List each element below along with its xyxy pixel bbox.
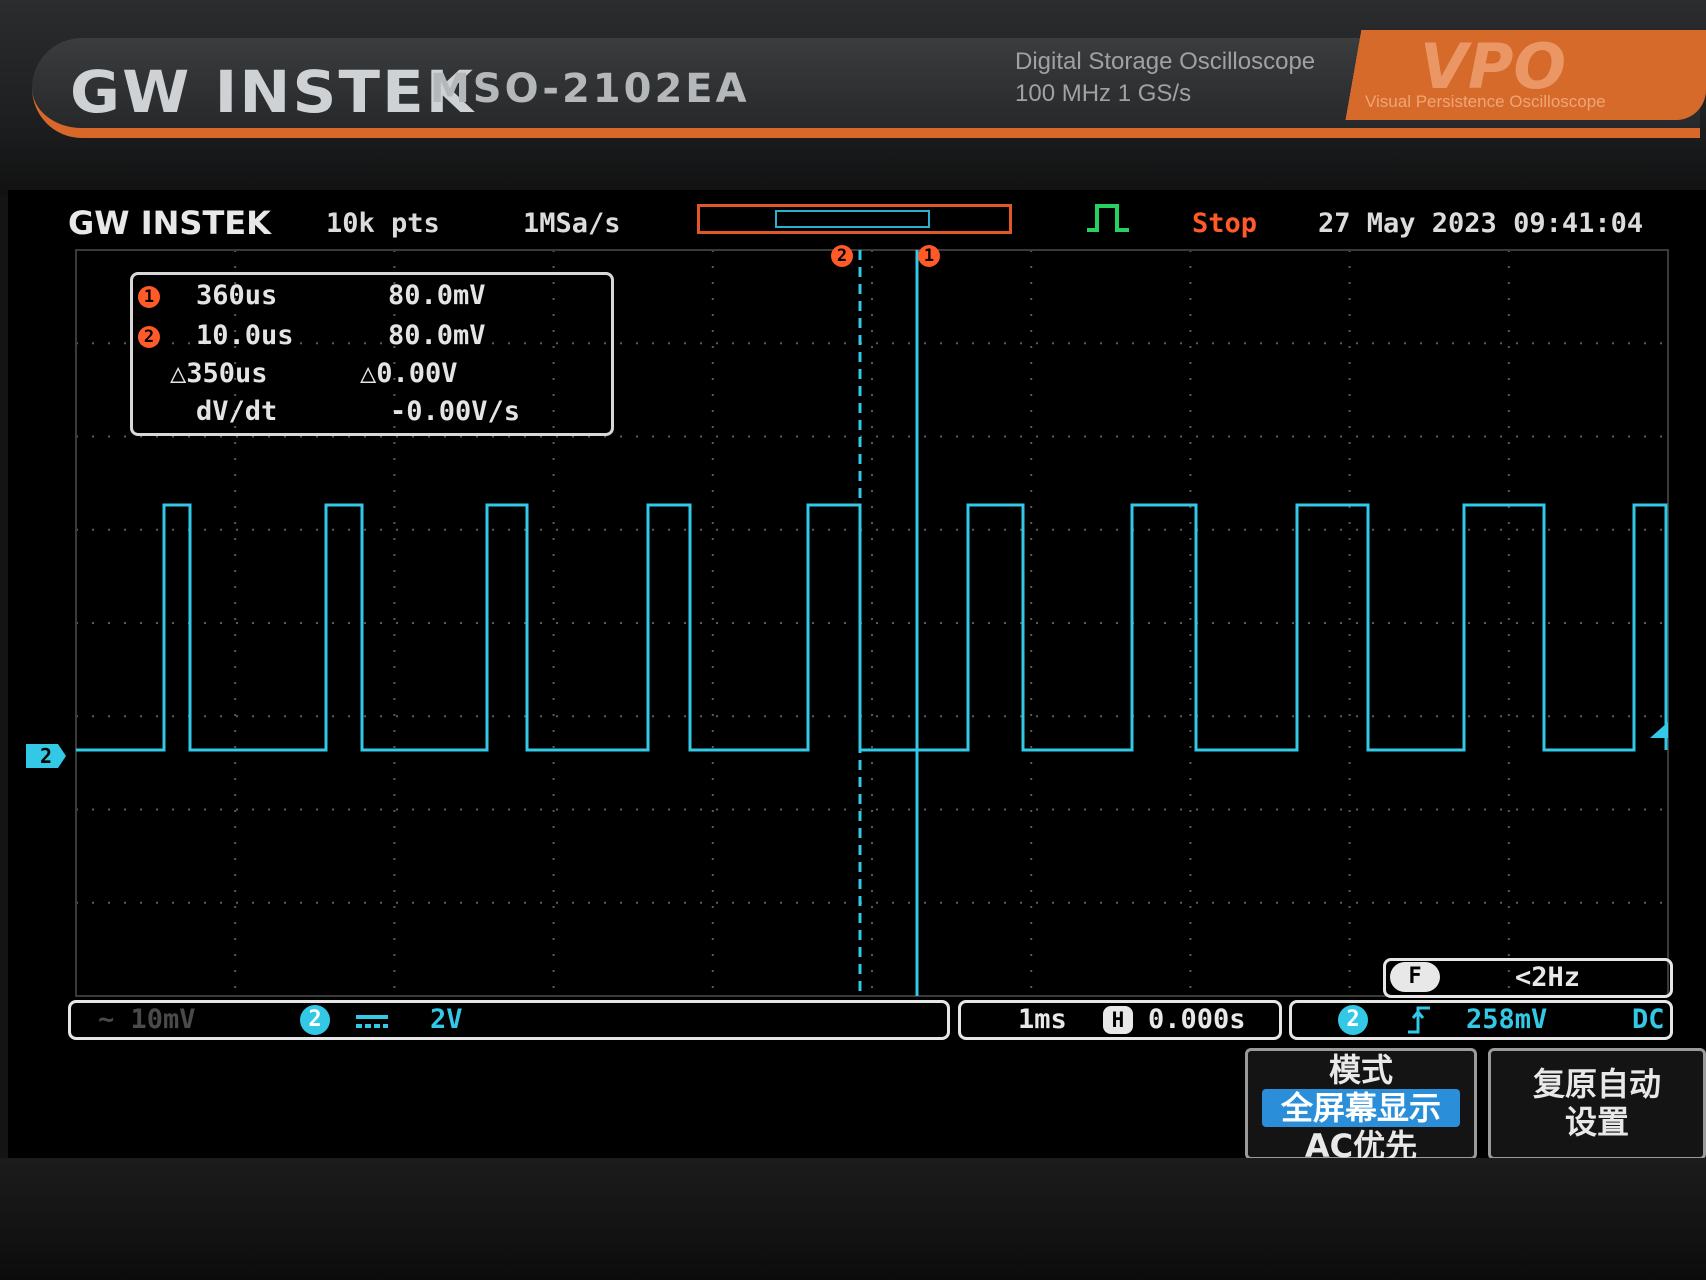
reset-line-1: 复原自动: [1532, 1065, 1661, 1103]
horizontal-position: 0.000s: [1148, 1004, 1246, 1035]
cursor-1-readout-badge: 1: [138, 286, 160, 308]
cursor-2-volt: 80.0mV: [388, 320, 486, 351]
cursor-1-volt: 80.0mV: [388, 280, 486, 311]
trigger-coupling: DC: [1632, 1004, 1665, 1035]
delta-time: △350us: [170, 358, 268, 389]
cursor-1-badge[interactable]: 1: [918, 245, 940, 267]
dvdt-label: dV/dt: [196, 396, 278, 427]
mode-selected-option: 全屏幕显示: [1262, 1089, 1460, 1127]
trigger-level: 258mV: [1466, 1004, 1548, 1035]
channel-bar[interactable]: [68, 1000, 950, 1040]
rising-edge-icon: [1408, 1006, 1430, 1034]
ch2-ground-marker: 2: [26, 744, 66, 768]
ch2-waveform-trace: [76, 503, 1668, 752]
trigger-level-marker: [1650, 722, 1668, 738]
time-per-div: 1ms: [1018, 1004, 1067, 1035]
delta-volt: △0.00V: [360, 358, 458, 389]
dvdt-value: -0.00V/s: [390, 396, 521, 427]
ch2-volts-per-div: 2V: [430, 1004, 463, 1035]
frequency-value: <2Hz: [1515, 962, 1581, 993]
bottom-bezel: [0, 1158, 1706, 1280]
cursor-2-readout-badge: 2: [138, 326, 160, 348]
ch2-badge: 2: [300, 1005, 330, 1035]
horizontal-position-icon: H: [1103, 1006, 1133, 1034]
reset-line-2: 设置: [1564, 1103, 1629, 1141]
reset-autoset-softkey[interactable]: 复原自动 设置: [1488, 1048, 1706, 1160]
mode-softkey[interactable]: 模式 全屏幕显示 AC优先: [1245, 1048, 1477, 1165]
cursor-1-time: 360us: [196, 280, 278, 311]
dc-coupling-icon: [356, 1015, 388, 1028]
frequency-badge: F: [1390, 962, 1440, 992]
trigger-source-badge: 2: [1338, 1005, 1368, 1035]
cursor-2-time: 10.0us: [196, 320, 294, 351]
mode-title: 模式: [1328, 1051, 1393, 1089]
ch1-scale-faded: ~ 10mV: [98, 1004, 196, 1035]
cursor-2-badge[interactable]: 2: [831, 245, 853, 267]
